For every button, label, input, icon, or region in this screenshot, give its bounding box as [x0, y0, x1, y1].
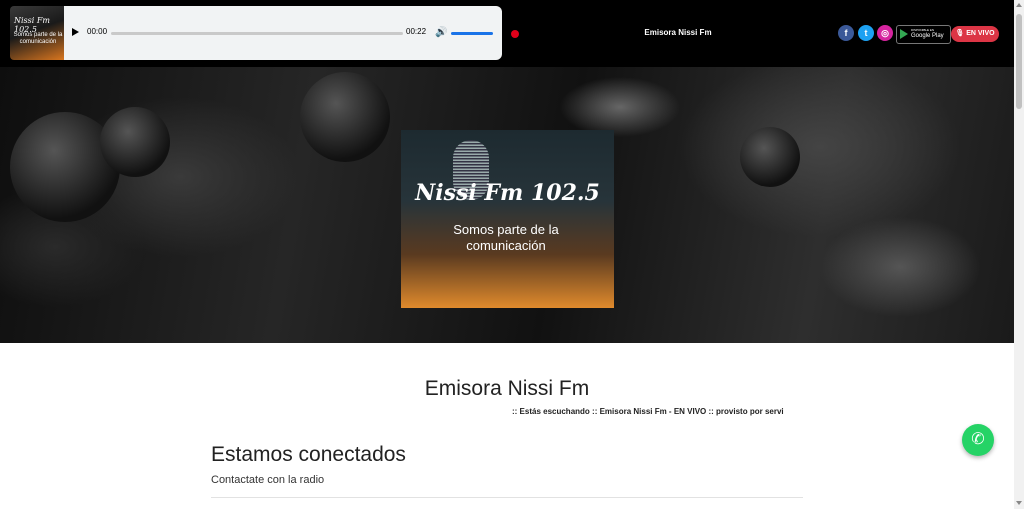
instagram-icon[interactable]: ◎	[877, 25, 893, 41]
google-play-small-text: DISPONIBLE EN	[911, 28, 935, 32]
page-title: Emisora Nissi Fm	[424, 377, 590, 400]
hero-logo-title: Nissi Fm 102.5	[415, 180, 600, 206]
mixer-knob-image	[100, 107, 170, 177]
en-vivo-label: EN VIVO	[966, 30, 995, 37]
scroll-up-arrow-icon[interactable]	[1016, 3, 1022, 7]
station-logo-thumbnail: Nissi Fm 102.5 Somos parte de la comunic…	[10, 6, 64, 60]
volume-slider[interactable]	[451, 32, 493, 35]
audio-player: 00:00 00:22 🔊	[64, 6, 502, 60]
twitter-icon[interactable]: t	[858, 25, 874, 41]
station-title: Emisora Nissi Fm	[644, 28, 712, 37]
mixer-knob-image	[740, 127, 800, 187]
whatsapp-icon[interactable]: ✆	[962, 424, 994, 456]
google-play-icon	[900, 29, 908, 39]
facebook-icon[interactable]: f	[838, 25, 854, 41]
speaker-icon[interactable]: 🔊	[435, 27, 447, 38]
now-playing-ticker: :: Estás escuchando :: Emisora Nissi Fm …	[512, 407, 784, 416]
divider	[211, 497, 803, 498]
hero-logo-subtitle: Somos parte de la comunicación	[453, 222, 559, 253]
top-bar: Nissi Fm 102.5 Somos parte de la comunic…	[0, 0, 1014, 67]
hero-banner: Nissi Fm 102.5 Somos parte de la comunic…	[0, 67, 1014, 343]
en-vivo-button[interactable]: 🎙 EN VIVO	[951, 26, 999, 42]
google-play-label: Google Play	[911, 33, 944, 39]
contact-section-subtitle: Contactate con la radio	[211, 474, 325, 486]
google-play-badge[interactable]: DISPONIBLE EN Google Play	[896, 25, 951, 44]
live-indicator-dot	[511, 30, 519, 38]
mixer-knob-image	[300, 72, 390, 162]
current-time: 00:00	[87, 27, 108, 36]
progress-slider[interactable]	[111, 32, 403, 35]
play-icon[interactable]	[72, 28, 79, 36]
logo-thumb-subtitle: Somos parte de la comunicación	[13, 32, 63, 45]
duration-time: 00:22	[406, 27, 427, 36]
contact-section-title: Estamos conectados	[211, 443, 406, 466]
scrollbar-thumb[interactable]	[1016, 14, 1022, 109]
hero-station-logo: Nissi Fm 102.5 Somos parte de la comunic…	[401, 130, 614, 308]
scroll-down-arrow-icon[interactable]	[1016, 501, 1022, 505]
